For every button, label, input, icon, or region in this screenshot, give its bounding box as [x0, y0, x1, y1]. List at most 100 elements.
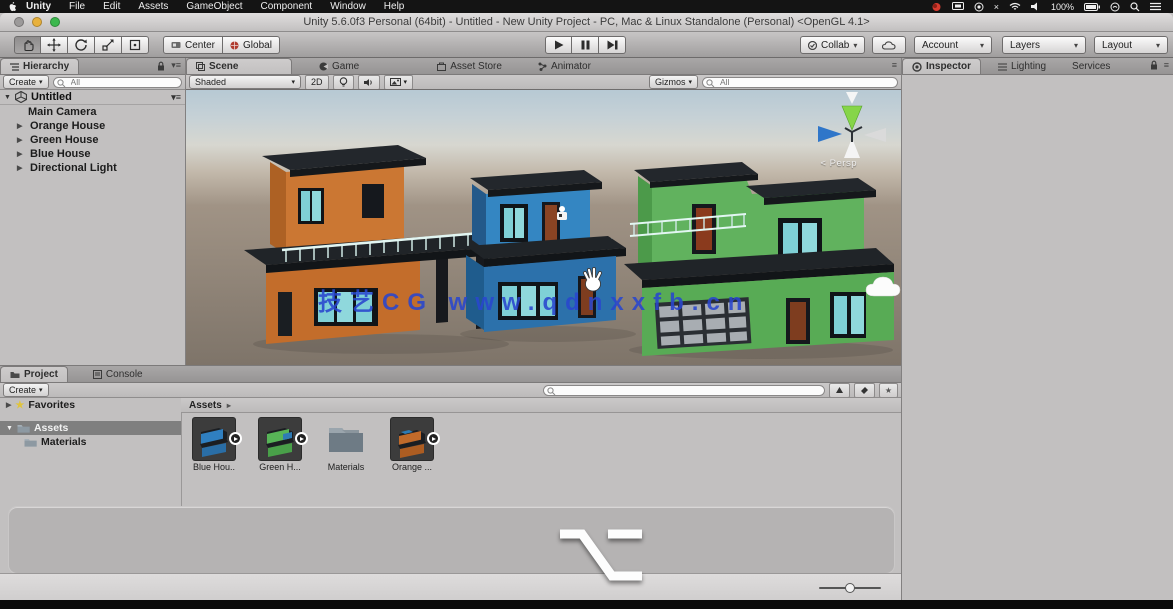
menu-assets[interactable]: Assets	[129, 0, 177, 13]
search-by-label-icon	[860, 386, 869, 395]
collab-button[interactable]: Collab▾	[800, 36, 865, 54]
close-window-button[interactable]	[14, 17, 24, 27]
pivot-toggle-button[interactable]: Center	[163, 36, 223, 54]
hierarchy-create-button[interactable]: Create▾	[3, 75, 49, 89]
step-button[interactable]	[599, 36, 626, 54]
rect-tool-button[interactable]	[122, 36, 149, 54]
hierarchy-item-main-camera[interactable]: Main Camera	[0, 105, 185, 119]
scene-audio-toggle[interactable]	[358, 75, 380, 90]
menu-unity[interactable]: Unity	[17, 0, 60, 13]
favorite-search-button[interactable]: ★	[879, 383, 898, 398]
hierarchy-item-green-house[interactable]: ▶Green House	[0, 133, 185, 147]
panel-menu-icon[interactable]: ≡	[1164, 60, 1169, 70]
zoom-window-button[interactable]	[50, 17, 60, 27]
layers-dropdown[interactable]: Layers▾	[1002, 36, 1086, 54]
menu-gameobject[interactable]: GameObject	[177, 0, 251, 13]
bluetooth-icon[interactable]: ×	[994, 2, 999, 12]
hierarchy-item-orange-house[interactable]: ▶Orange House	[0, 119, 185, 133]
scene-root-row[interactable]: ▼ Untitled ▾≡	[0, 90, 185, 105]
project-search-input[interactable]	[543, 385, 825, 396]
asset-blue-house[interactable]: Blue Hou..	[188, 418, 240, 472]
move-tool-button[interactable]	[41, 36, 68, 54]
cloud-button[interactable]	[872, 36, 906, 54]
space-toggle-button[interactable]: Global	[223, 36, 280, 54]
menu-edit[interactable]: Edit	[94, 0, 129, 13]
traffic-lights	[14, 17, 60, 27]
asset-green-house[interactable]: Green H...	[254, 418, 306, 472]
tab-animator[interactable]: Animator	[529, 59, 600, 74]
minimize-window-button[interactable]	[32, 17, 42, 27]
asset-materials-folder[interactable]: Materials	[320, 418, 372, 472]
slider-knob[interactable]	[845, 583, 855, 593]
tab-inspector[interactable]: Inspector	[902, 58, 981, 74]
hierarchy-item-directional-light[interactable]: ▶Directional Light	[0, 161, 185, 175]
hierarchy-search-input[interactable]	[53, 77, 182, 88]
volume-icon[interactable]	[1031, 2, 1041, 11]
menu-help[interactable]: Help	[375, 0, 414, 13]
prefab-expand-badge[interactable]	[295, 432, 308, 445]
scene-viewport[interactable]: < Persp 技艺CG www.qdnxxfb.cn	[186, 89, 901, 366]
tree-item-materials[interactable]: Materials	[0, 435, 181, 449]
expand-arrow-icon[interactable]: ▶	[6, 401, 11, 409]
wifi-icon[interactable]	[1009, 2, 1021, 11]
scene-view-panel: Scene Game Asset Store Animator ≡ Shaded…	[186, 58, 901, 365]
keystroke-target-icon[interactable]	[974, 2, 984, 12]
search-by-label-button[interactable]	[854, 383, 875, 398]
spotlight-search-icon[interactable]	[1130, 2, 1140, 12]
2d-toggle-button[interactable]: 2D	[305, 75, 329, 90]
hierarchy-item-blue-house[interactable]: ▶Blue House	[0, 147, 185, 161]
apple-logo-icon[interactable]	[8, 1, 17, 12]
rotate-tool-button[interactable]	[68, 36, 95, 54]
scene-lighting-toggle[interactable]	[333, 75, 354, 90]
layers-group: Layers▾	[1002, 36, 1086, 54]
asset-orange-house[interactable]: Orange ...	[386, 418, 438, 472]
tab-services[interactable]: Services	[1063, 59, 1119, 74]
panel-menu-icon[interactable]: ▾≡	[171, 60, 181, 71]
menu-window[interactable]: Window	[321, 0, 375, 13]
screen-record-icon[interactable]	[931, 2, 942, 12]
scene-search-input[interactable]	[702, 77, 898, 88]
layout-dropdown[interactable]: Layout▾	[1094, 36, 1168, 54]
scale-tool-button[interactable]	[95, 36, 122, 54]
shading-mode-dropdown[interactable]: Shaded▾	[189, 75, 301, 89]
tab-project[interactable]: Project	[0, 366, 68, 382]
tab-lighting[interactable]: Lighting	[989, 59, 1055, 74]
expand-arrow-icon[interactable]: ▶	[17, 122, 22, 130]
menu-component[interactable]: Component	[252, 0, 322, 13]
control-center-icon[interactable]	[1150, 2, 1161, 11]
tab-game[interactable]: Game	[310, 59, 368, 74]
account-dropdown[interactable]: Account▾	[914, 36, 992, 54]
prefab-expand-badge[interactable]	[427, 432, 440, 445]
tree-item-assets[interactable]: ▼ Assets	[0, 421, 181, 435]
lock-icon[interactable]	[157, 61, 165, 71]
gizmos-dropdown[interactable]: Gizmos▾	[649, 75, 698, 89]
playmode-controls	[545, 36, 626, 54]
tab-scene[interactable]: Scene	[186, 58, 292, 74]
lock-icon[interactable]	[1150, 60, 1158, 70]
search-by-type-button[interactable]	[829, 383, 850, 398]
tree-item-favorites[interactable]: ▶ ★ Favorites	[0, 398, 181, 412]
scene-row-menu-icon[interactable]: ▾≡	[171, 92, 181, 103]
pause-button[interactable]	[572, 36, 599, 54]
expand-arrow-icon[interactable]: ▶	[17, 136, 22, 144]
window-title: Unity 5.6.0f3 Personal (64bit) - Untitle…	[90, 13, 1083, 32]
project-create-button[interactable]: Create▾	[3, 383, 49, 397]
siri-icon[interactable]	[1110, 2, 1120, 12]
asset-store-tab-icon	[437, 62, 446, 71]
display-icon[interactable]	[952, 2, 964, 11]
tab-console[interactable]: Console	[84, 367, 152, 382]
panel-menu-icon[interactable]: ≡	[892, 60, 897, 70]
disclosure-down-icon[interactable]: ▼	[4, 94, 11, 101]
menu-file[interactable]: File	[60, 0, 94, 13]
scene-effects-dropdown[interactable]: ▾	[384, 75, 414, 90]
play-button[interactable]	[545, 36, 572, 54]
tab-asset-store[interactable]: Asset Store	[428, 59, 511, 74]
collapse-arrow-icon[interactable]: ▼	[6, 425, 13, 432]
prefab-expand-badge[interactable]	[229, 432, 242, 445]
tab-hierarchy[interactable]: Hierarchy	[0, 58, 79, 74]
expand-arrow-icon[interactable]: ▶	[17, 164, 22, 172]
breadcrumb-assets[interactable]: Assets	[189, 400, 222, 411]
expand-arrow-icon[interactable]: ▶	[17, 150, 22, 158]
hand-tool-button[interactable]	[14, 36, 41, 54]
persp-label[interactable]: < Persp	[820, 158, 857, 169]
